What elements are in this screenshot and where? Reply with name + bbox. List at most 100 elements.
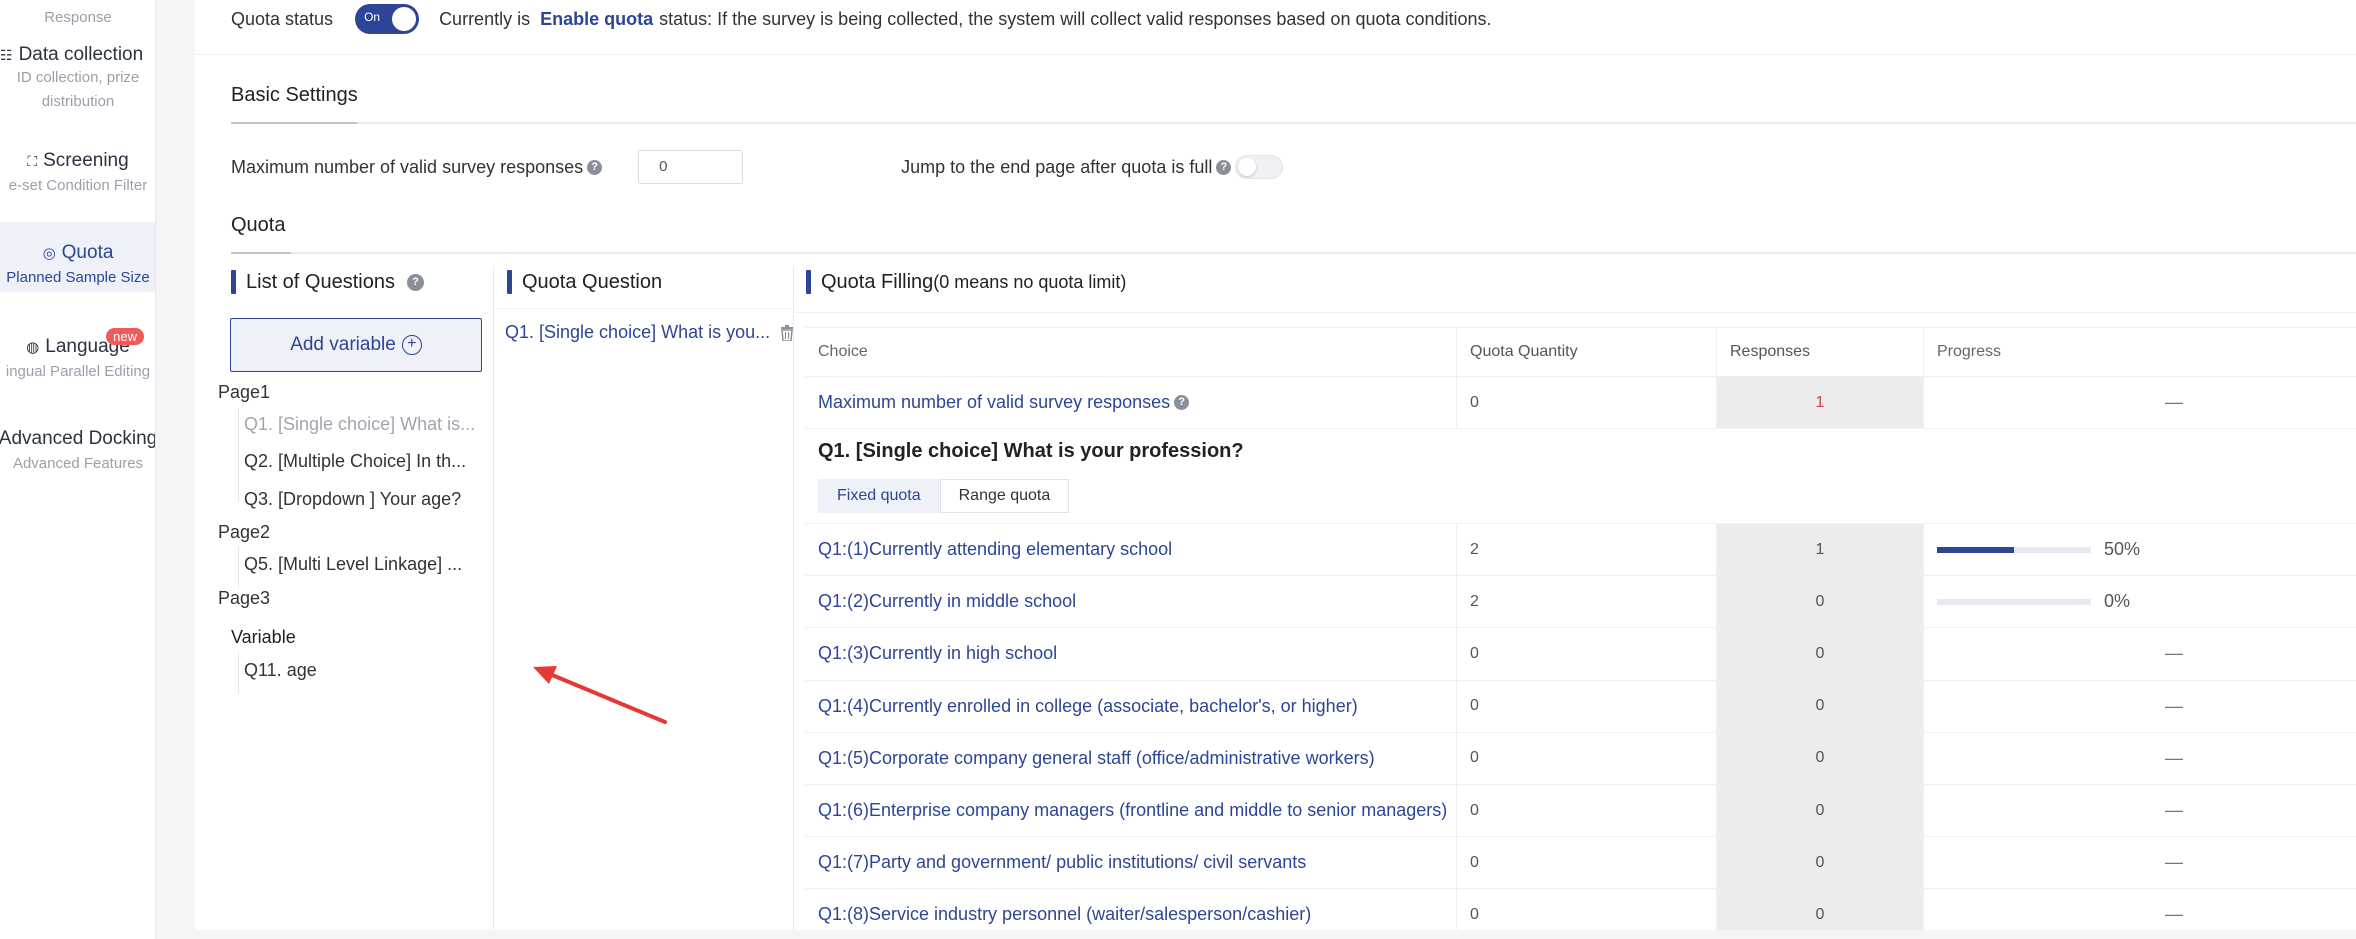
table-row: Q1:(2)Currently in middle school 2 0 0% (805, 576, 2356, 629)
max-responses-label: Maximum number of valid survey responses (231, 156, 584, 177)
tab-fixed-quota[interactable]: Fixed quota (818, 479, 940, 513)
progress-percent: 0% (2104, 591, 2131, 612)
selected-quota-question[interactable]: Q1. [Single choice] What is you... (505, 322, 794, 343)
divider (793, 312, 2356, 313)
page-group-label: Page2 (218, 522, 271, 542)
responses-cell: 1 (1717, 377, 1924, 428)
progress-empty: — (2165, 747, 2183, 768)
sidebar-item-screening[interactable]: ⛶ Screening e-set Condition Filter (0, 150, 155, 198)
quota-quantity-cell[interactable]: 2 (1457, 576, 1717, 628)
quota-quantity-cell[interactable]: 0 (1457, 377, 1717, 428)
sidebar-item-language[interactable]: new ◍ Language ingual Parallel Editing (0, 328, 155, 384)
quota-quantity-cell[interactable]: 0 (1457, 837, 1717, 889)
toggle-label: On (364, 10, 381, 24)
responses-cell: 0 (1717, 732, 1924, 784)
variable-list-item[interactable]: Q11. age (244, 660, 317, 681)
max-responses-input[interactable]: 0 (638, 150, 744, 184)
sidebar-item-quota[interactable]: ◎ Quota Planned Sample Size (0, 222, 155, 292)
quota-quantity-cell[interactable]: 0 (1457, 732, 1717, 784)
responses-cell: 0 (1717, 628, 1924, 680)
progress-empty: — (2165, 392, 2183, 412)
annotation-arrow-icon (533, 666, 667, 724)
column-header-responses: Responses (1717, 328, 1924, 376)
status-description: status: If the survey is being collected… (659, 8, 1492, 29)
table-row: Q1:(4)Currently enrolled in college (ass… (805, 680, 2356, 733)
table-row: Q1:(5)Corporate company general staff (o… (805, 732, 2356, 785)
progress-empty: — (2165, 800, 2183, 821)
quota-icon: ◎ (42, 245, 56, 262)
quota-filling-header: Quota Filling (0 means no quota limit) (806, 270, 1126, 294)
quota-quantity-cell[interactable]: 2 (1457, 524, 1717, 576)
responses-cell: 0 (1717, 680, 1924, 732)
sidebar-item-data-collection[interactable]: ☷ Data collection ID collection, prize d… (0, 44, 155, 114)
choice-label: Q1:(6)Enterprise company managers (front… (818, 800, 1448, 821)
progress-percent: 50% (2104, 539, 2141, 560)
question-list-item[interactable]: Q3. [Dropdown ] Your age? (244, 489, 461, 510)
question-list-item[interactable]: Q2. [Multiple Choice] In th... (244, 451, 466, 472)
trash-icon[interactable] (780, 324, 794, 341)
sidebar-item-label: Response (44, 9, 112, 26)
responses-cell: 0 (1717, 889, 1924, 930)
status-strong: Enable quota (540, 8, 654, 29)
quota-status-toggle[interactable]: On (355, 4, 420, 34)
progress-bar (1937, 546, 2091, 553)
choice-label: Q1:(8)Service industry personnel (waiter… (818, 904, 1312, 925)
choice-label: Q1:(4)Currently enrolled in college (ass… (818, 695, 1358, 716)
help-icon[interactable]: ? (587, 159, 603, 175)
sidebar-item-label: Advanced Docking (0, 428, 156, 449)
quota-quantity-cell[interactable]: 0 (1457, 628, 1717, 680)
add-variable-button[interactable]: Add variable + (230, 318, 482, 372)
question-title: Q1. [Single choice] What is your profess… (818, 440, 1244, 462)
choice-label: Q1:(2)Currently in middle school (818, 591, 1077, 612)
quota-quantity-cell[interactable]: 0 (1457, 889, 1717, 930)
responses-cell: 0 (1717, 785, 1924, 837)
progress-bar (1937, 598, 2091, 605)
responses-cell: 0 (1717, 837, 1924, 889)
question-list-item[interactable]: Q1. [Single choice] What is... (244, 414, 475, 435)
sidebar-item-response[interactable]: Response (0, 4, 155, 30)
globe-icon: ◍ (26, 339, 40, 356)
sidebar-item-sub: ID collection, prize (16, 69, 140, 86)
responses-cell: 1 (1717, 524, 1924, 576)
list-of-questions-title: List of Questions (246, 270, 395, 293)
help-icon[interactable]: ? (1216, 159, 1232, 175)
section-underline (231, 122, 2356, 124)
help-icon[interactable]: ? (406, 273, 424, 291)
quota-status-label: Quota status (231, 8, 334, 29)
quota-quantity-cell[interactable]: 0 (1457, 680, 1717, 732)
screening-icon: ⛶ (27, 152, 38, 169)
question-list-item[interactable]: Q5. [Multi Level Linkage] ... (244, 554, 462, 575)
column-header-choice: Choice (805, 328, 1457, 376)
new-badge: new (106, 328, 144, 345)
choice-label: Q1:(1)Currently attending elementary sch… (818, 539, 1173, 560)
progress-empty: — (2165, 695, 2183, 716)
choice-label: Q1:(3)Currently in high school (818, 643, 1058, 664)
progress-empty: — (2165, 904, 2183, 925)
quota-filling-note: (0 means no quota limit) (933, 271, 1127, 292)
add-variable-label: Add variable (290, 334, 396, 355)
section-underline (231, 252, 2356, 254)
page-group-label: Page1 (218, 382, 271, 402)
sidebar-item-sub: distribution (41, 93, 115, 110)
tab-range-quota[interactable]: Range quota (939, 479, 1070, 513)
toggle-knob (392, 7, 417, 31)
sidebar-item-sub: Planned Sample Size (6, 269, 150, 286)
sidebar-item-label: Quota (61, 242, 114, 263)
quota-question-label: Q1. [Single choice] What is you... (505, 322, 771, 342)
choice-label: Maximum number of valid survey responses (818, 392, 1171, 412)
quota-quantity-cell[interactable]: 0 (1457, 785, 1717, 837)
sidebar-item-label: Screening (43, 150, 129, 171)
column-header-progress: Progress (1937, 343, 2002, 360)
help-icon[interactable]: ? (1174, 395, 1190, 410)
quota-filling-title: Quota Filling (821, 270, 934, 293)
table-row: Q1:(8)Service industry personnel (waiter… (805, 889, 2356, 930)
sidebar-item-advanced-docking[interactable]: Advanced Docking Advanced Features (0, 428, 156, 476)
plus-circle-icon: + (401, 335, 422, 355)
progress-empty: — (2165, 852, 2183, 873)
quota-settings-panel: Quota status On Currently is Enable quot… (195, 0, 2356, 930)
jump-end-toggle[interactable] (1235, 155, 1284, 179)
list-of-questions-header: List of Questions ? (231, 270, 424, 294)
choice-label: Q1:(5)Corporate company general staff (o… (818, 747, 1375, 768)
divider (493, 308, 793, 309)
table-row: Q1:(3)Currently in high school 0 0 — (805, 628, 2356, 681)
